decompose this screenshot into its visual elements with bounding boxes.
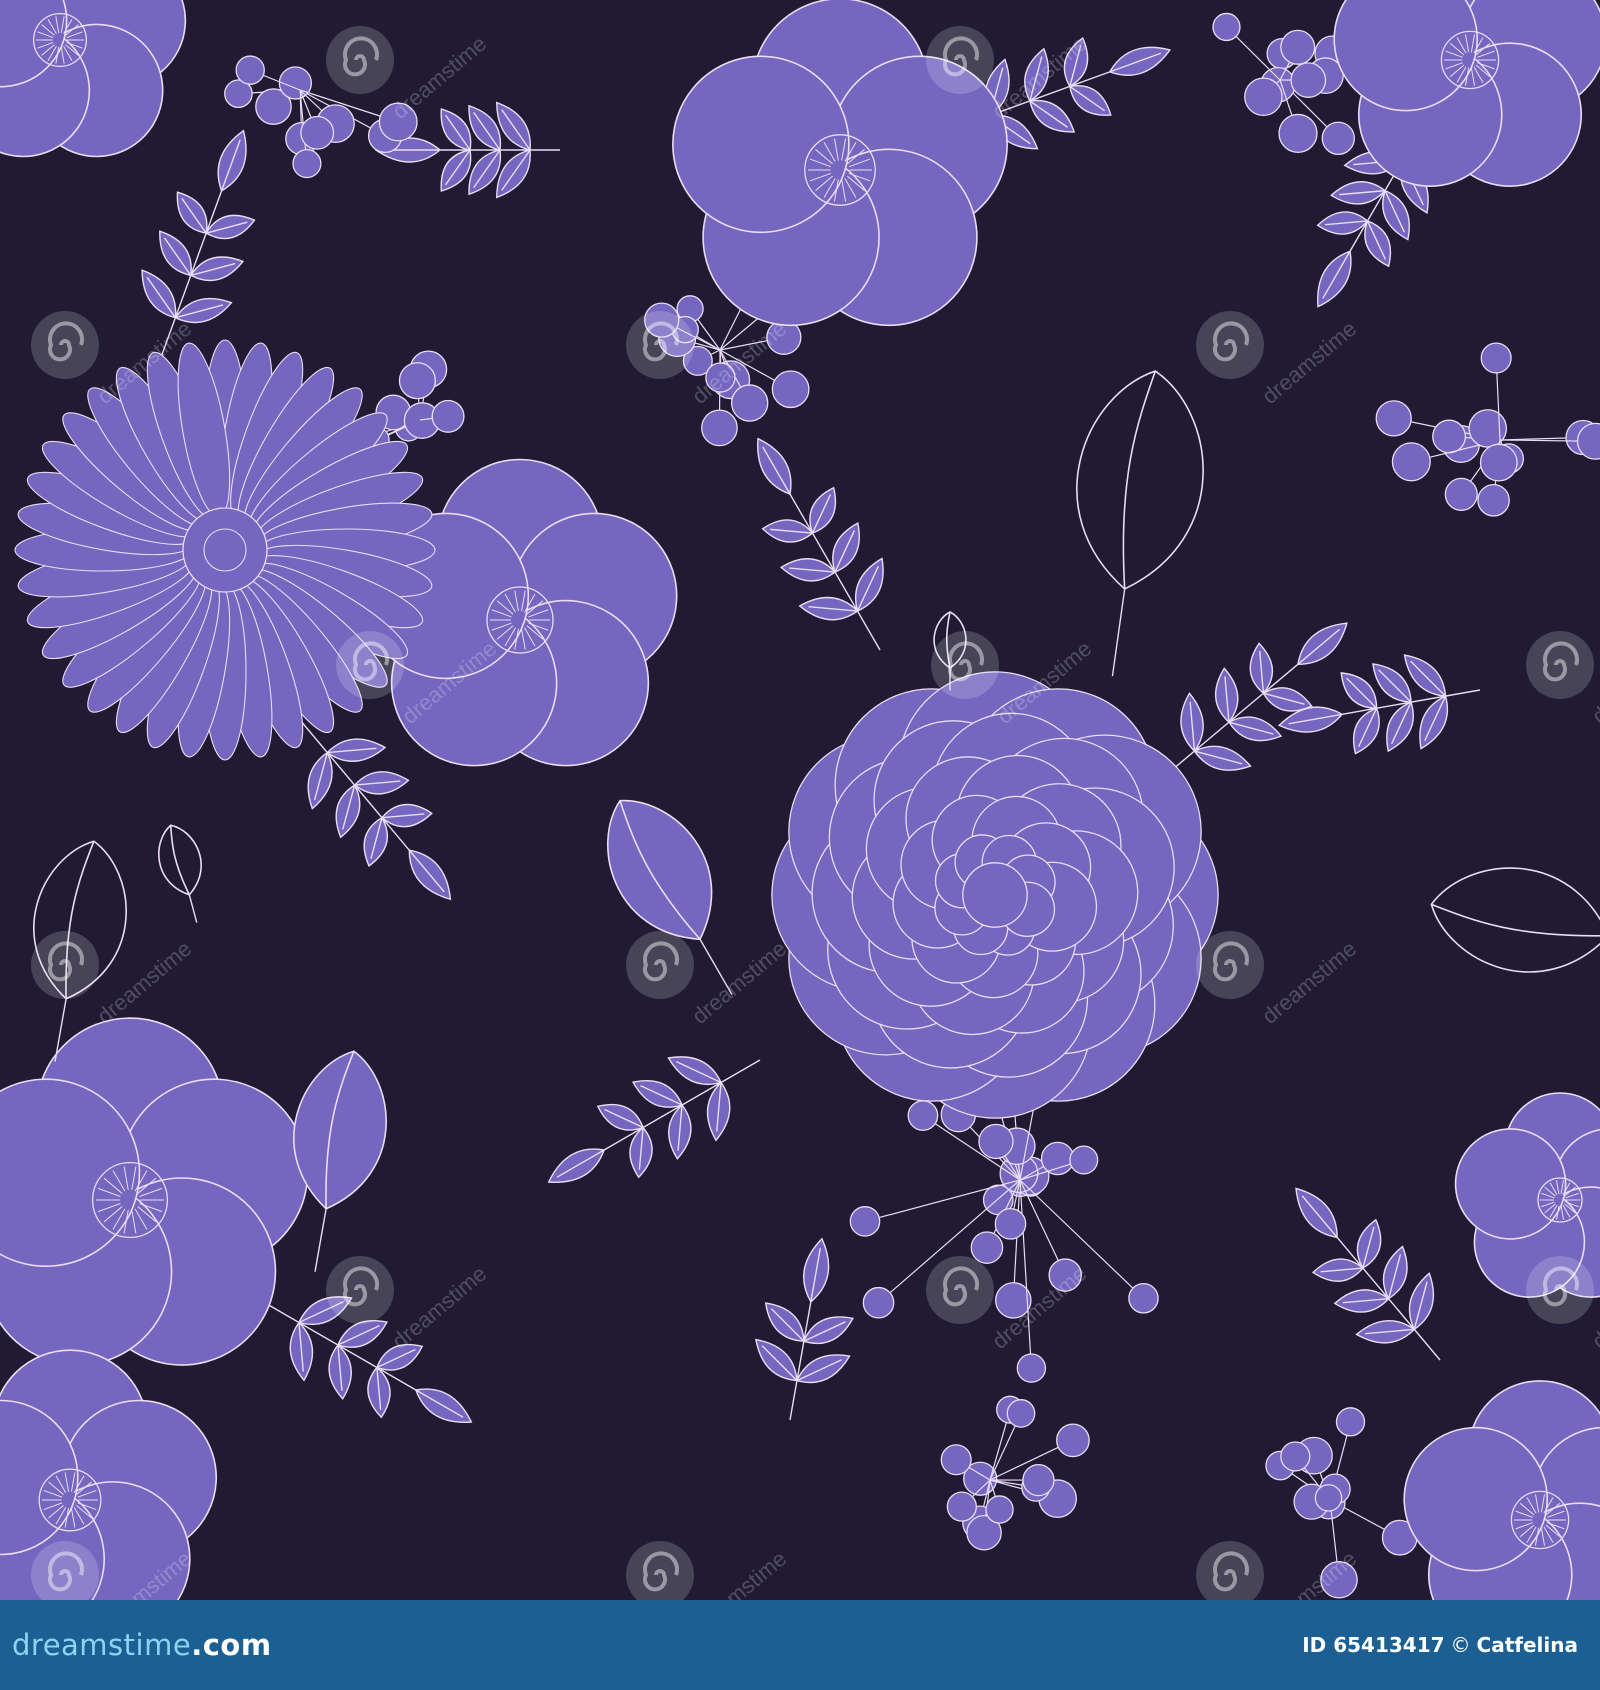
berry xyxy=(1022,1463,1055,1497)
berry xyxy=(300,115,335,150)
berry xyxy=(1480,342,1512,374)
berry xyxy=(1314,1484,1343,1512)
berry xyxy=(1016,1353,1047,1383)
image-credit: ID 65413417 © Catfelina xyxy=(1302,1633,1578,1657)
logo-wordmark: dreamstime xyxy=(12,1628,192,1662)
berry xyxy=(1335,1407,1366,1437)
berry xyxy=(1006,1399,1036,1428)
berry xyxy=(771,370,810,409)
berry xyxy=(235,55,265,85)
berry xyxy=(1444,477,1478,511)
watermark-footer-bar: dreamstime .com ID 65413417 © Catfelina xyxy=(0,1600,1600,1690)
logo-domain: .com xyxy=(191,1628,272,1662)
berry xyxy=(907,1100,939,1131)
berry xyxy=(862,1286,895,1319)
berry xyxy=(1278,113,1318,153)
berry xyxy=(1290,62,1327,98)
berry xyxy=(940,1444,972,1476)
berry xyxy=(1479,443,1518,482)
image-id: ID 65413417 xyxy=(1302,1633,1445,1657)
berry xyxy=(1280,29,1316,65)
berry xyxy=(970,1231,1004,1264)
berry xyxy=(292,148,322,179)
berry xyxy=(994,1207,1027,1240)
copyright-icon: © xyxy=(1450,1633,1471,1657)
stock-image-preview: dreamstime dreamstime dreamstime dreamstime… xyxy=(0,0,1600,1690)
berry xyxy=(701,409,738,447)
berry xyxy=(730,384,769,422)
berry xyxy=(1375,400,1412,437)
berry xyxy=(431,399,465,433)
berry xyxy=(1468,409,1508,448)
berry xyxy=(946,1491,977,1522)
berry xyxy=(1212,12,1241,42)
berry xyxy=(1040,1141,1075,1176)
berry xyxy=(1069,1145,1099,1175)
berry xyxy=(1321,121,1355,155)
berry xyxy=(1128,1283,1159,1314)
berry xyxy=(1432,419,1467,454)
berry xyxy=(978,1123,1014,1160)
berry xyxy=(1244,77,1283,117)
berry xyxy=(1391,442,1431,482)
berry xyxy=(1056,1423,1090,1458)
berry xyxy=(985,1495,1014,1524)
berry xyxy=(1477,483,1510,517)
floral-pattern: dreamstime dreamstime dreamstimedreamstime… xyxy=(0,0,1600,1600)
author-name: Catfelina xyxy=(1476,1633,1578,1657)
berry xyxy=(849,1206,881,1237)
berry xyxy=(278,66,313,100)
dreamstime-logo: dreamstime .com xyxy=(12,1628,272,1662)
berry xyxy=(1280,1441,1311,1472)
berry xyxy=(398,362,437,400)
